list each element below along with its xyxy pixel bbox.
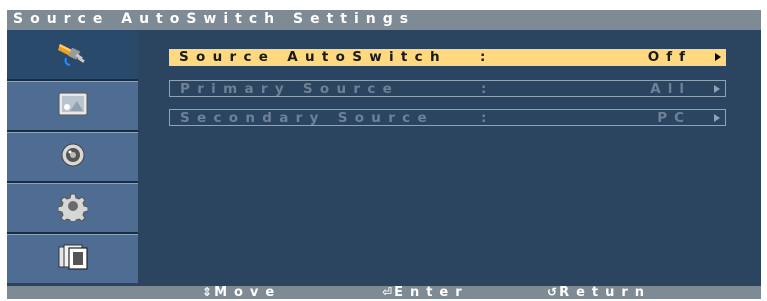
setup-gear-icon [57, 191, 88, 225]
footer-move: ⇕ Move [202, 284, 281, 301]
settings-panel: Source AutoSwitch : Off Primary Source :… [138, 30, 761, 286]
multi-screen-icon [56, 242, 90, 276]
row-label: Source AutoSwitch [179, 49, 447, 65]
arrow-right-icon [714, 114, 720, 122]
input-plug-icon [56, 38, 90, 72]
menu-row-source-autoswitch[interactable]: Source AutoSwitch : Off [169, 49, 726, 66]
return-icon: ↺ [547, 285, 558, 299]
picture-icon [56, 90, 90, 122]
sidebar-item-input[interactable] [7, 30, 138, 79]
arrow-right-icon [714, 85, 720, 93]
sidebar-item-sound[interactable] [7, 132, 138, 181]
menu-row-secondary-source[interactable]: Secondary Source : PC [169, 109, 726, 126]
sidebar-item-setup[interactable] [7, 183, 138, 232]
footer-return: ↺ Return [547, 284, 651, 301]
row-separator: : [481, 81, 487, 97]
footer-return-label: Return [559, 285, 652, 300]
footer-move-label: Move [214, 285, 282, 300]
enter-icon: ⏎ [382, 285, 393, 299]
sidebar-item-multi-control[interactable] [7, 234, 138, 283]
footer-enter-label: Enter [394, 285, 469, 300]
menu-row-primary-source[interactable]: Primary Source : All [169, 80, 726, 97]
row-label: Primary Source [180, 81, 400, 97]
row-separator: : [481, 110, 487, 126]
sound-speaker-icon [58, 140, 88, 174]
sidebar [7, 30, 138, 286]
arrow-right-icon [715, 53, 721, 61]
row-value: All [650, 81, 691, 97]
row-value: Off [647, 49, 692, 65]
page-title: Source AutoSwitch Settings [13, 11, 416, 27]
move-icon: ⇕ [202, 285, 213, 299]
footer-help-bar: ⇕ Move ⏎ Enter ↺ Return [7, 284, 761, 301]
row-value: PC [657, 110, 691, 126]
row-label: Secondary Source [180, 110, 434, 126]
title-bar: Source AutoSwitch Settings [7, 10, 761, 30]
row-separator: : [480, 49, 486, 65]
footer-enter: ⏎ Enter [382, 284, 469, 301]
sidebar-item-picture[interactable] [7, 81, 138, 130]
osd-window: Source AutoSwitch Settings Source AutoSw… [0, 0, 767, 301]
